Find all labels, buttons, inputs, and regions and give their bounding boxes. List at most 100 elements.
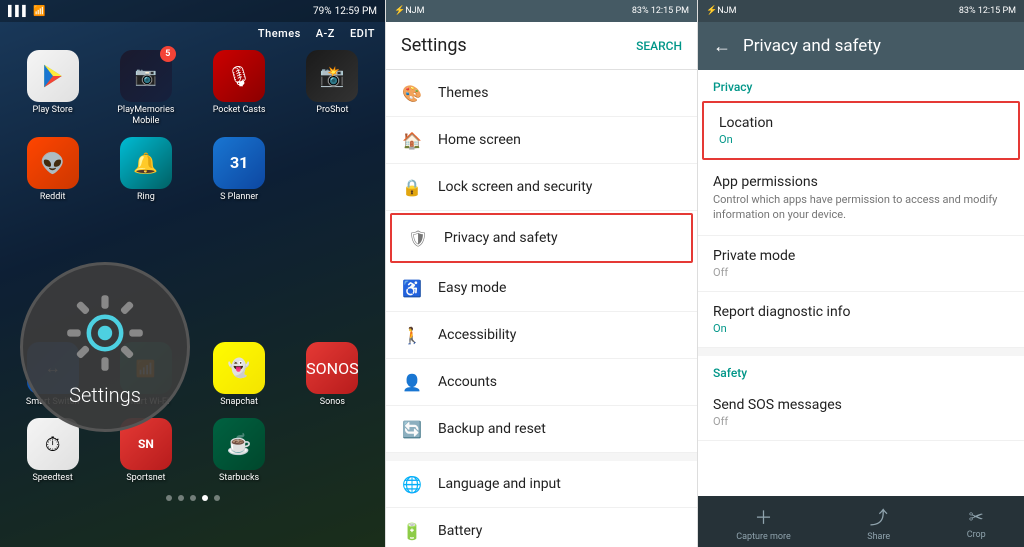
crop-button[interactable]: ✂ Crop — [967, 507, 986, 540]
app-grid-row5: ⏱ Speedtest SN Sportsnet ☕ Starbucks — [0, 413, 385, 489]
privacy-status-right: 83% 12:15 PM — [959, 6, 1016, 16]
status-left: ▌▌▌ 📶 — [8, 6, 46, 17]
phone-panel: ▌▌▌ 📶 79% 12:59 PM Themes A-Z EDIT Play … — [0, 0, 385, 547]
app-sonos[interactable]: SONOS Sonos — [290, 342, 375, 408]
privacy-title: Privacy and safety — [743, 36, 881, 56]
settings-item-language[interactable]: 🌐 Language and input — [386, 461, 697, 508]
reddit-label: Reddit — [40, 192, 66, 203]
homescreen-icon: 🏠 — [401, 129, 423, 151]
settings-item-homescreen[interactable]: 🏠 Home screen — [386, 117, 697, 164]
location-subtitle: On — [719, 133, 1003, 146]
playmemories-badge: 5 — [160, 46, 176, 62]
wifi-icon: 📶 — [33, 6, 45, 17]
settings-item-accessibility[interactable]: 🚶 Accessibility — [386, 312, 697, 359]
settings-item-accounts[interactable]: 👤 Accounts — [386, 359, 697, 406]
snapchat-icon: 👻 — [213, 342, 265, 394]
settings-item-battery[interactable]: 🔋 Battery — [386, 508, 697, 547]
sonos-label: Sonos — [320, 397, 345, 408]
privacy-header: ← Privacy and safety — [698, 22, 1024, 70]
accounts-icon: 👤 — [401, 371, 423, 393]
themes-label: Themes — [438, 85, 488, 101]
backup-icon: 🔄 — [401, 418, 423, 440]
themes-icon: 🎨 — [401, 82, 423, 104]
app-playstore[interactable]: Play Store — [10, 50, 95, 127]
share-icon: ⤴ — [870, 504, 888, 530]
privatemode-subtitle: Off — [713, 266, 1009, 279]
battery-label: Battery — [438, 523, 482, 539]
diagnostic-title: Report diagnostic info — [713, 304, 1009, 320]
privacy-item-location[interactable]: Location On — [702, 101, 1020, 160]
ring-icon: 🔔 — [120, 137, 172, 189]
reddit-icon: 👽 — [27, 137, 79, 189]
signal-icon: ▌▌▌ — [8, 6, 29, 17]
dot-3[interactable] — [190, 495, 196, 501]
proshot-icon: 📸 — [306, 50, 358, 102]
privatemode-title: Private mode — [713, 248, 1009, 264]
settings-panel: ⚡NJM 83% 12:15 PM Settings SEARCH 🎨 Them… — [385, 0, 698, 547]
privacy-section-header: Privacy — [698, 70, 1024, 99]
lockscreen-label: Lock screen and security — [438, 179, 592, 195]
az-button[interactable]: A-Z — [316, 27, 335, 40]
back-button[interactable]: ← — [713, 36, 731, 57]
capture-more-button[interactable]: ＋ Capture more — [736, 504, 790, 542]
settings-status-left: ⚡NJM — [394, 6, 424, 16]
app-reddit[interactable]: 👽 Reddit — [10, 137, 95, 203]
privacy-item-sos[interactable]: Send SOS messages Off — [698, 385, 1024, 441]
settings-status-right: 83% 12:15 PM — [632, 6, 689, 16]
easymode-icon: ♿ — [401, 277, 423, 299]
privacy-item-diagnostic[interactable]: Report diagnostic info On — [698, 292, 1024, 348]
settings-battery: 83% 12:15 PM — [632, 6, 689, 16]
app-placeholder2 — [290, 418, 375, 484]
settings-search-button[interactable]: SEARCH — [636, 39, 682, 53]
speedtest-label: Speedtest — [32, 473, 72, 484]
app-snapchat[interactable]: 👻 Snapchat — [197, 342, 282, 408]
playstore-icon — [27, 50, 79, 102]
settings-title: Settings — [401, 35, 467, 56]
edit-button[interactable]: EDIT — [350, 27, 375, 40]
privacy-item-privatemode[interactable]: Private mode Off — [698, 236, 1024, 292]
dot-1[interactable] — [166, 495, 172, 501]
settings-divider — [386, 453, 697, 461]
settings-item-privacy[interactable]: 🛡 Privacy and safety — [390, 213, 693, 263]
capture-more-icon: ＋ — [754, 504, 772, 530]
phone-status-bar: ▌▌▌ 📶 79% 12:59 PM — [0, 0, 385, 22]
accounts-label: Accounts — [438, 374, 497, 390]
splanner-icon: 31 — [213, 137, 265, 189]
privacy-label: Privacy and safety — [444, 230, 558, 246]
speedtest-icon: ⏱ — [27, 418, 79, 470]
app-playmemories[interactable]: 📷 5 PlayMemories Mobile — [103, 50, 188, 127]
accessibility-label: Accessibility — [438, 327, 516, 343]
phone-top-bar: Themes A-Z EDIT — [0, 22, 385, 45]
settings-overlay-label: Settings — [69, 383, 141, 407]
app-proshot[interactable]: 📸 ProShot — [290, 50, 375, 127]
ring-label: Ring — [137, 192, 155, 203]
share-button[interactable]: ⤴ Share — [867, 504, 890, 542]
search-button[interactable]: Themes — [258, 27, 301, 40]
privacy-item-apppermissions[interactable]: App permissions Control which apps have … — [698, 162, 1024, 236]
language-icon: 🌐 — [401, 473, 423, 495]
backup-label: Backup and reset — [438, 421, 546, 437]
battery-text: 79% — [313, 6, 332, 17]
playmemories-icon: 📷 5 — [120, 50, 172, 102]
app-pocketcasts[interactable]: 🎙 Pocket Casts — [197, 50, 282, 127]
settings-item-easymode[interactable]: ♿ Easy mode — [386, 265, 697, 312]
privacy-content: Privacy Location On App permissions Cont… — [698, 70, 1024, 496]
snapchat-label: Snapchat — [220, 397, 258, 408]
app-grid-row2: 👽 Reddit 🔔 Ring 31 S Planner — [0, 132, 385, 208]
app-ring[interactable]: 🔔 Ring — [103, 137, 188, 203]
settings-item-lockscreen[interactable]: 🔒 Lock screen and security — [386, 164, 697, 211]
status-right: 79% 12:59 PM — [313, 6, 377, 17]
settings-item-backup[interactable]: 🔄 Backup and reset — [386, 406, 697, 453]
pocketcasts-icon: 🎙 — [213, 50, 265, 102]
app-splanner[interactable]: 31 S Planner — [197, 137, 282, 203]
settings-item-themes[interactable]: 🎨 Themes — [386, 70, 697, 117]
dot-5[interactable] — [214, 495, 220, 501]
settings-header: Settings SEARCH — [386, 22, 697, 70]
bottom-bar: ＋ Capture more ⤴ Share ✂ Crop — [698, 496, 1024, 547]
location-title: Location — [719, 115, 1003, 131]
dot-4-active[interactable] — [202, 495, 208, 501]
settings-overlay[interactable]: Settings — [20, 262, 190, 432]
easymode-label: Easy mode — [438, 280, 506, 296]
app-starbucks[interactable]: ☕ Starbucks — [197, 418, 282, 484]
dot-2[interactable] — [178, 495, 184, 501]
